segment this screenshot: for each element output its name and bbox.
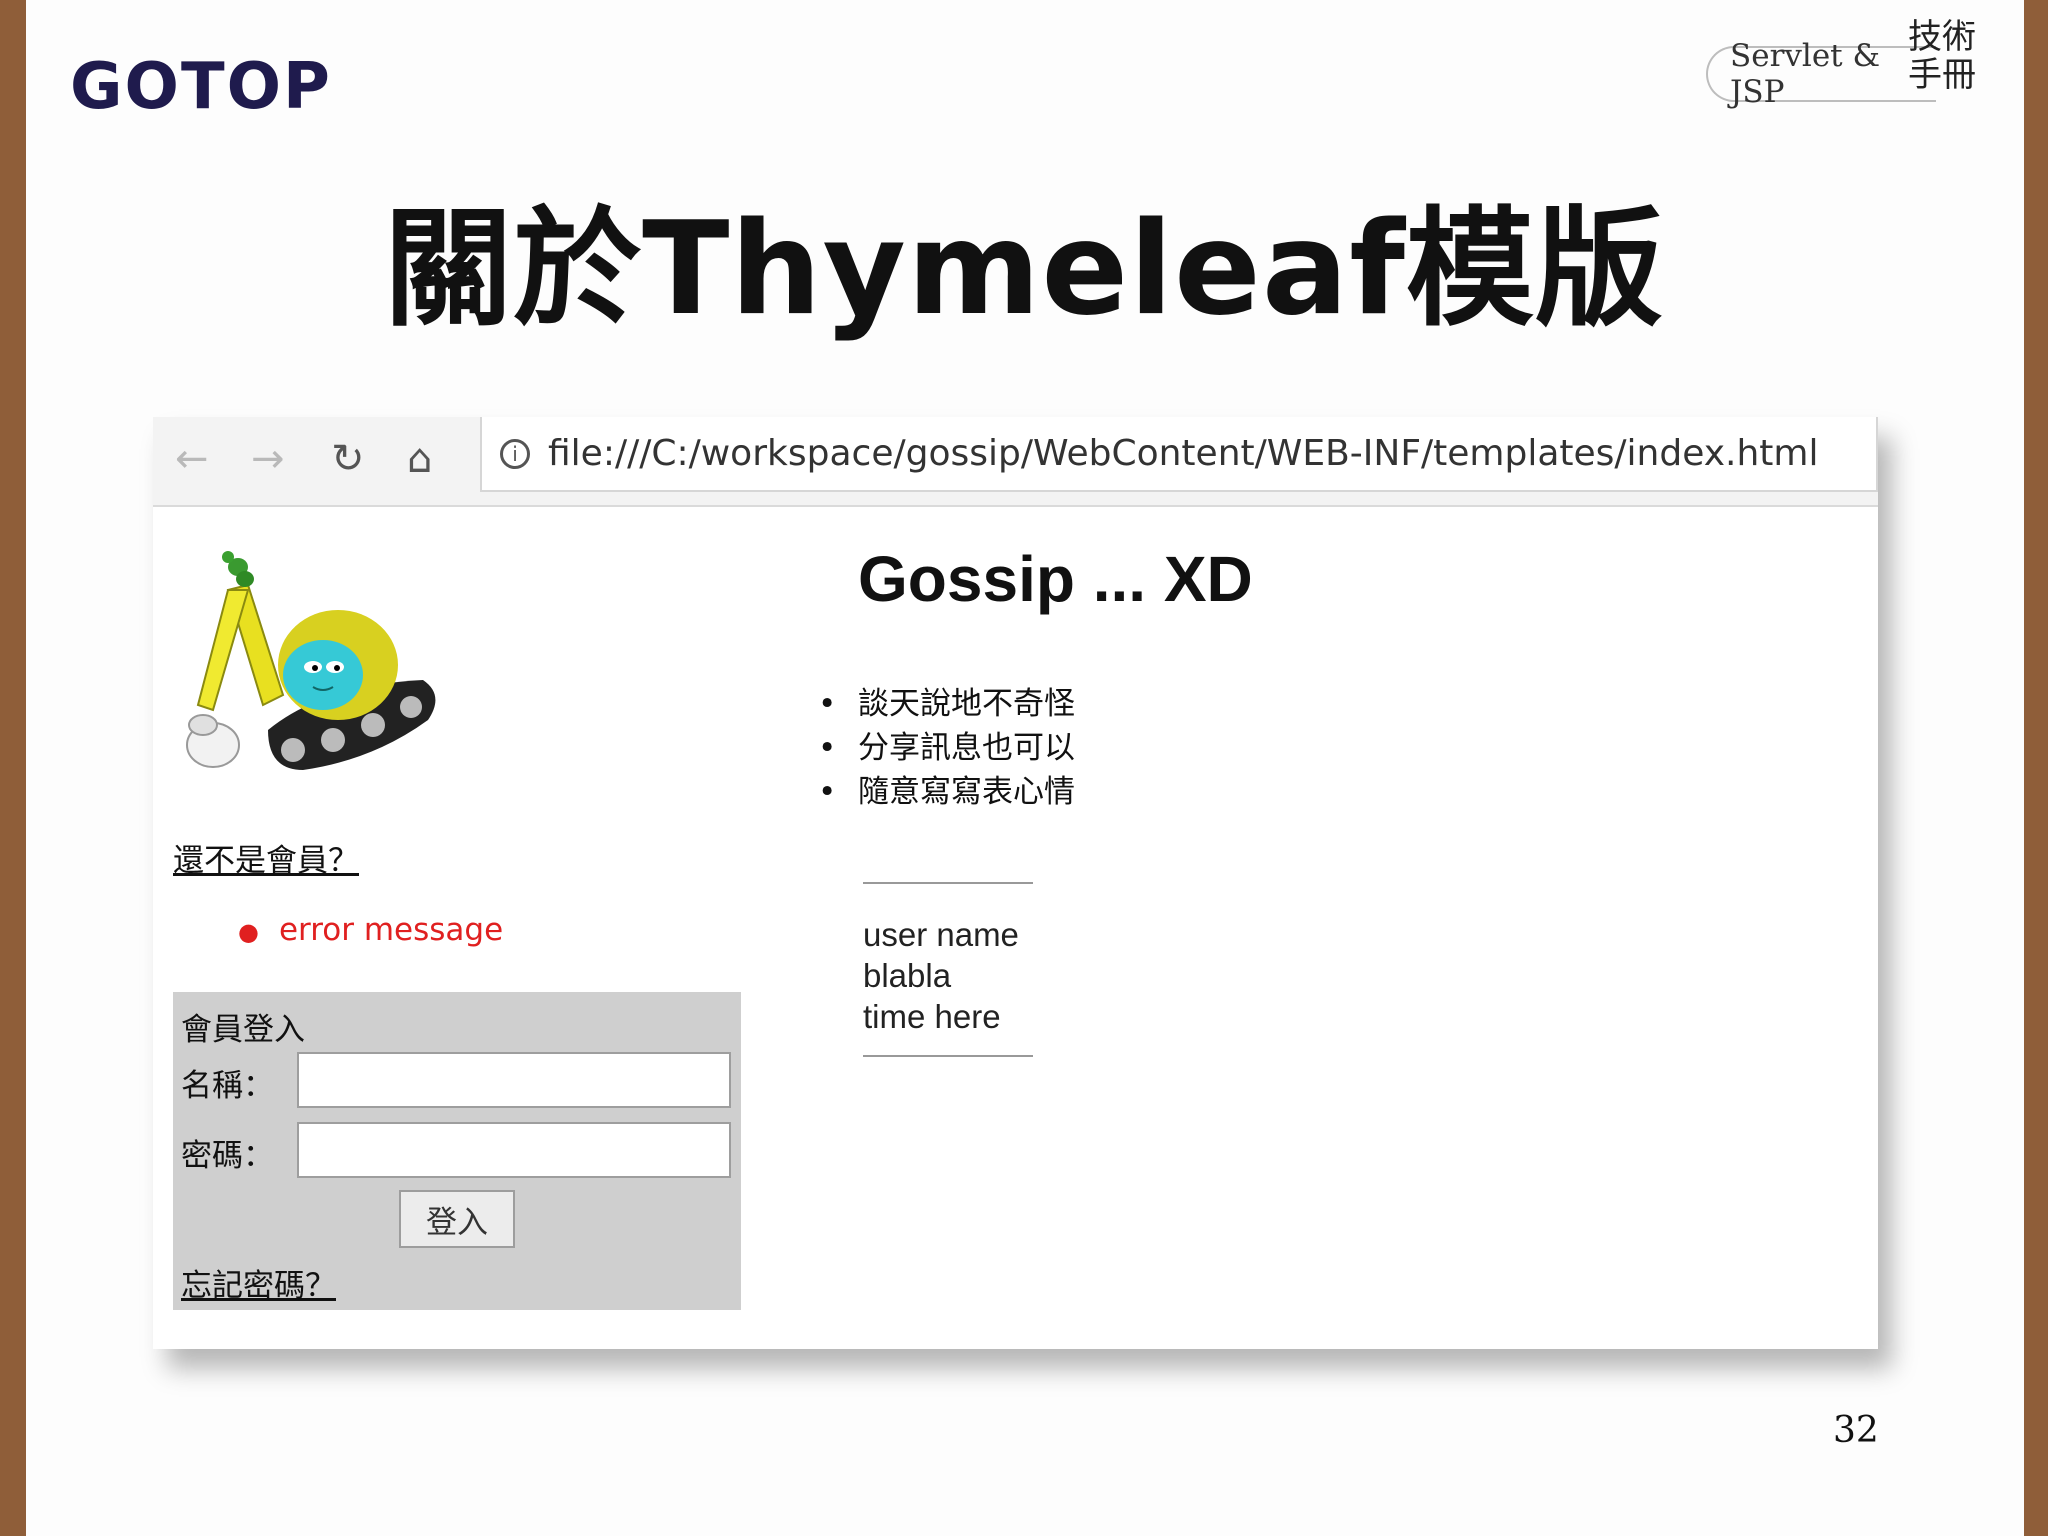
- series-calligraphy: 技術手冊: [1908, 17, 1976, 95]
- address-bar[interactable]: i file:///C:/workspace/gossip/WebContent…: [480, 417, 1878, 492]
- series-label: Servlet & JSP: [1730, 38, 1881, 110]
- message-user: user name: [863, 916, 1019, 953]
- message-divider-bottom: [863, 1055, 1033, 1057]
- forward-icon[interactable]: →: [251, 439, 285, 479]
- mascot-excavator-image: [186, 551, 436, 770]
- login-form: 會員登入 名稱： 密碼： 登入 忘記密碼？: [173, 992, 741, 1310]
- series-badge: Servlet & JSP: [1706, 38, 1936, 110]
- feature-text: 隨意寫寫表心情: [858, 774, 1075, 810]
- slide-number: 32: [1833, 1410, 1879, 1451]
- error-list: ● error message: [238, 912, 503, 948]
- info-icon[interactable]: i: [500, 438, 530, 469]
- feature-text: 談天說地不奇怪: [858, 686, 1075, 722]
- login-button[interactable]: 登入: [399, 1190, 515, 1248]
- url-text[interactable]: file:///C:/workspace/gossip/WebContent/W…: [548, 433, 1819, 474]
- register-link[interactable]: 還不是會員？: [173, 835, 359, 880]
- list-item: • 隨意寫寫表心情: [818, 774, 1075, 810]
- error-bullet: ●: [238, 918, 259, 946]
- password-input[interactable]: [297, 1122, 731, 1178]
- password-label: 密碼：: [181, 1138, 274, 1174]
- browser-window: ← → ↻ ⌂ i file:///C:/workspace/gossip/We…: [153, 417, 1878, 1349]
- message-body: user name blabla time here: [863, 884, 1033, 1055]
- site-title: Gossip ... XD: [858, 543, 1253, 615]
- gotop-logo: GOTOP: [70, 50, 332, 124]
- home-icon[interactable]: ⌂: [407, 439, 432, 479]
- forgot-password-link[interactable]: 忘記密碼？: [181, 1260, 336, 1305]
- message-text: blabla: [863, 957, 952, 994]
- reload-icon[interactable]: ↻: [331, 439, 365, 479]
- slide-title: 關於Thymeleaf模版: [384, 195, 1664, 344]
- web-page: 還不是會員？ ● error message 會員登入 名稱： 密碼： 登入 忘記…: [153, 507, 1878, 1349]
- browser-toolbar: ← → ↻ ⌂ i file:///C:/workspace/gossip/We…: [153, 417, 1878, 507]
- error-message: error message: [278, 912, 504, 948]
- message-time: time here: [863, 998, 1001, 1035]
- feature-text: 分享訊息也可以: [858, 730, 1075, 766]
- list-item: • 談天說地不奇怪: [818, 686, 1075, 722]
- name-input[interactable]: [297, 1052, 731, 1108]
- login-heading: 會員登入: [181, 1012, 305, 1048]
- list-item: • 分享訊息也可以: [818, 730, 1075, 766]
- back-icon[interactable]: ←: [175, 439, 209, 479]
- feature-list: • 談天說地不奇怪 • 分享訊息也可以 • 隨意寫寫表心情: [818, 682, 1075, 814]
- name-label: 名稱：: [181, 1068, 274, 1104]
- message-card: user name blabla time here: [863, 882, 1033, 1057]
